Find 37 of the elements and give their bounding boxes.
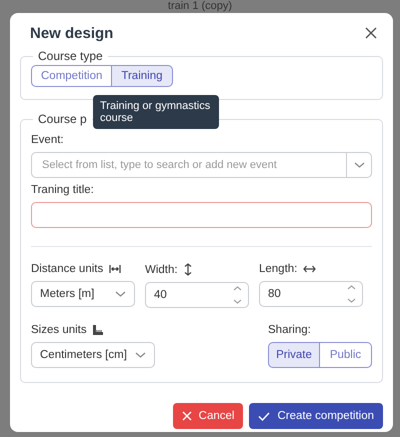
vertical-arrow-icon bbox=[184, 263, 192, 276]
title-input-field[interactable] bbox=[31, 202, 372, 228]
tooltip: Training or gymnastics course bbox=[93, 95, 219, 129]
close-icon[interactable] bbox=[365, 27, 377, 39]
distance-units-label: Distance units bbox=[31, 263, 104, 275]
course-type-legend: Course type bbox=[33, 49, 108, 63]
distance-units-select[interactable]: Meters [m] bbox=[31, 281, 135, 307]
cancel-button[interactable]: Cancel bbox=[172, 403, 244, 429]
spinner-icon[interactable] bbox=[233, 285, 242, 305]
title-label: Traning title: bbox=[31, 184, 95, 196]
spinner-icon[interactable] bbox=[347, 284, 356, 304]
course-panel-legend: Course p bbox=[33, 112, 92, 126]
caret-icon bbox=[115, 291, 126, 297]
caret-icon bbox=[354, 162, 364, 168]
sizes-units-select[interactable]: Centimeters [cm] bbox=[31, 342, 155, 368]
caret-icon bbox=[135, 352, 146, 358]
sharing-tab[interactable]: Public bbox=[320, 342, 372, 368]
event-select[interactable]: Select from list, type to search or add new event bbox=[31, 152, 372, 178]
confirm-button[interactable]: Create competition bbox=[249, 403, 383, 429]
close-icon bbox=[182, 411, 192, 421]
sharing-tab[interactable]: Private bbox=[268, 342, 320, 368]
course-type-tab[interactable]: Competition bbox=[31, 65, 112, 87]
sizes-units-label: Sizes units bbox=[31, 324, 87, 336]
event-input-field[interactable]: Select from list, type to search or add new event bbox=[40, 158, 346, 172]
horizontal-arrow-icon bbox=[303, 265, 316, 273]
check-icon bbox=[258, 412, 270, 420]
background-title: train 1 (copy) bbox=[166, 0, 234, 12]
course-type-tab[interactable]: Training bbox=[112, 65, 172, 87]
sharing-label: Sharing: bbox=[268, 324, 311, 336]
length-input-field[interactable]: 80 bbox=[259, 281, 363, 307]
length-label: Length: bbox=[259, 263, 298, 275]
dialog-title: New design bbox=[30, 24, 114, 42]
width-input-field[interactable]: 40 bbox=[145, 282, 249, 308]
event-label: Event: bbox=[31, 134, 65, 146]
ruler-width-icon bbox=[109, 265, 122, 273]
ruler-icon bbox=[92, 325, 103, 335]
width-label: Width: bbox=[145, 264, 178, 276]
